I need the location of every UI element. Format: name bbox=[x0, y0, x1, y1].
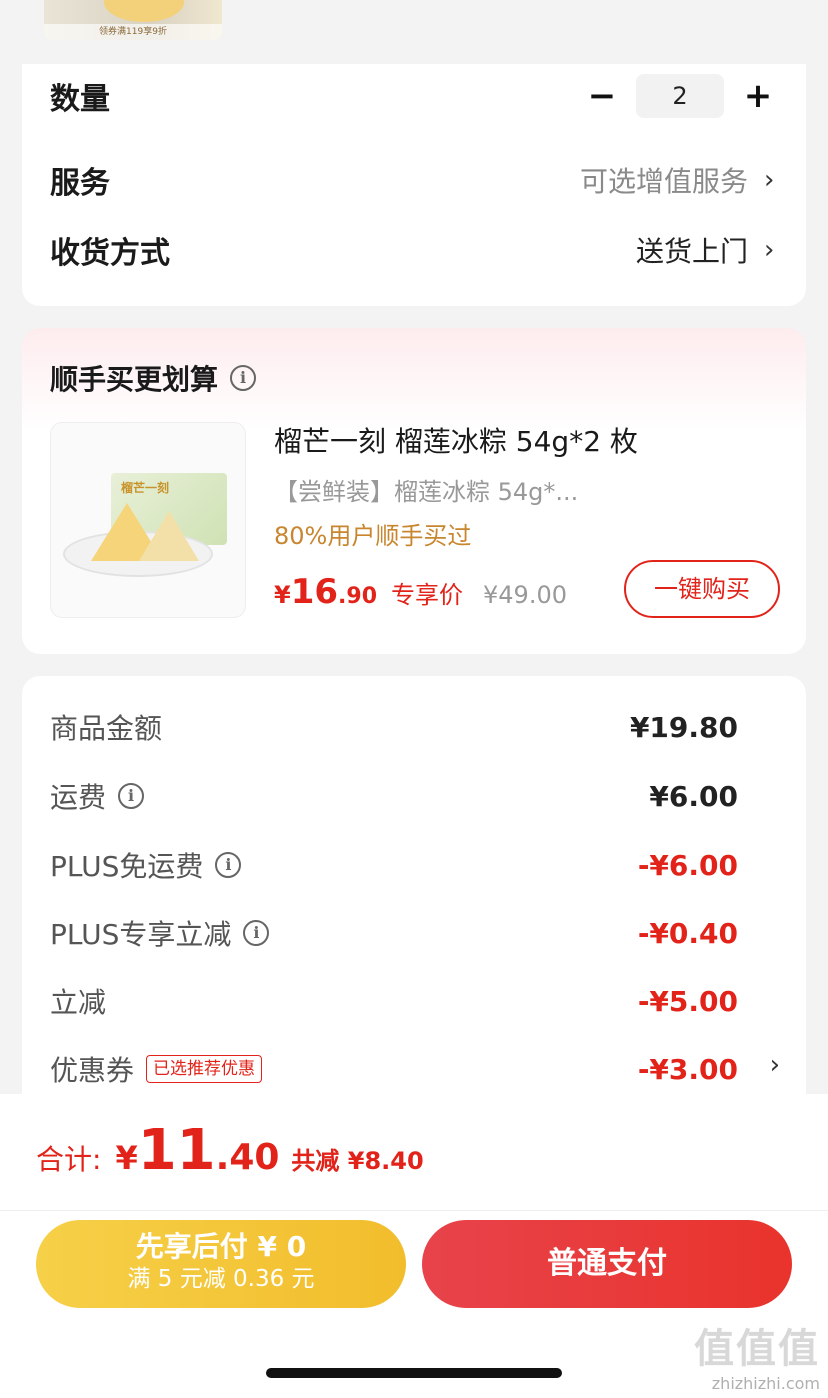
quantity-minus-button[interactable]: − bbox=[582, 76, 622, 116]
chevron-right-icon: › bbox=[764, 165, 775, 195]
addon-card: 顺手买更划算 i 榴芒一刻 榴芒一刻 榴莲冰粽 54g*2 枚 【尝鲜装】榴莲冰… bbox=[22, 328, 806, 654]
product-box-brand: 榴芒一刻 bbox=[121, 481, 170, 495]
fee-value: -¥0.40 bbox=[637, 916, 738, 950]
quantity-input[interactable]: 2 bbox=[636, 74, 724, 118]
checkout-bar: 合计: ¥ 11 .40 共减 ¥8.40 先享后付 ¥ 0 满 5 元减 0.… bbox=[0, 1094, 828, 1398]
info-icon[interactable]: i bbox=[118, 783, 145, 809]
price-decimal: .90 bbox=[338, 584, 378, 609]
fee-label: 立减 bbox=[50, 986, 107, 1019]
quantity-row: 数量 − 2 + bbox=[50, 66, 778, 126]
service-row[interactable]: 服务 可选增值服务 › bbox=[50, 150, 778, 210]
fee-value: ¥19.80 bbox=[629, 710, 738, 744]
addon-price: ¥ 16 .90 专享价 ¥49.00 bbox=[274, 572, 567, 612]
addon-title: 顺手买更划算 i bbox=[50, 358, 257, 398]
pay-later-title: 先享后付 ¥ 0 bbox=[135, 1230, 307, 1263]
quantity-plus-button[interactable]: + bbox=[738, 76, 778, 116]
one-click-buy-button[interactable]: 一键购买 bbox=[624, 560, 780, 618]
addon-product-tip: 80%用户顺手买过 bbox=[274, 522, 472, 550]
quantity-label: 数量 bbox=[50, 82, 110, 117]
fee-label-text: 优惠券 bbox=[50, 1054, 135, 1087]
fee-value: -¥3.00 bbox=[637, 1052, 738, 1086]
fee-row: 商品金额 ¥19.80 bbox=[50, 702, 738, 752]
price-currency: ¥ bbox=[274, 581, 291, 609]
coupon-row[interactable]: 优惠券 已选推荐优惠 -¥3.00 bbox=[50, 1044, 738, 1094]
watermark-url: zhizhizhi.com bbox=[711, 1374, 820, 1393]
addon-product-image[interactable]: 榴芒一刻 bbox=[50, 422, 246, 618]
original-price: ¥49.00 bbox=[483, 581, 567, 609]
coupon-tag: 已选推荐优惠 bbox=[146, 1055, 263, 1083]
addon-product-subtitle: 【尝鲜装】榴莲冰粽 54g*... bbox=[274, 478, 579, 506]
price-tag: 专享价 bbox=[391, 581, 464, 609]
pay-later-button[interactable]: 先享后付 ¥ 0 满 5 元减 0.36 元 bbox=[36, 1220, 406, 1308]
fee-label: 优惠券 已选推荐优惠 bbox=[50, 1049, 263, 1089]
fee-label: 商品金额 bbox=[50, 712, 163, 745]
fee-label: PLUS免运费 i bbox=[50, 845, 242, 885]
chevron-right-icon: › bbox=[764, 235, 775, 265]
fee-label-text: 运费 bbox=[50, 781, 107, 814]
info-icon[interactable]: i bbox=[243, 920, 270, 946]
order-options-card: 数量 − 2 + 服务 可选增值服务 › 收货方式 送货上门 › bbox=[22, 64, 806, 306]
thumbnail-caption: 领券满119享9折 bbox=[44, 24, 222, 40]
top-product-thumbnail[interactable]: 领券满119享9折 bbox=[44, 0, 222, 40]
addon-product-name[interactable]: 榴芒一刻 榴莲冰粽 54g*2 枚 bbox=[274, 420, 638, 460]
delivery-label: 收货方式 bbox=[50, 236, 170, 271]
fee-label: PLUS专享立减 i bbox=[50, 913, 270, 953]
thumbnail-fruit-image bbox=[104, 0, 184, 22]
total-saved: 共减 ¥8.40 bbox=[291, 1147, 424, 1175]
info-icon[interactable]: i bbox=[230, 365, 257, 391]
watermark: 值值值 zhizhizhi.com bbox=[694, 1316, 820, 1393]
total-summary: 合计: ¥ 11 .40 共减 ¥8.40 bbox=[36, 1118, 424, 1183]
total-currency: ¥ bbox=[115, 1139, 138, 1177]
fee-label-text: PLUS免运费 bbox=[50, 850, 204, 883]
info-icon[interactable]: i bbox=[215, 852, 242, 878]
fee-value: -¥6.00 bbox=[637, 848, 738, 882]
fee-row: 运费 i ¥6.00 bbox=[50, 771, 738, 821]
fee-row: 立减 -¥5.00 bbox=[50, 976, 738, 1026]
total-decimal: .40 bbox=[215, 1137, 280, 1178]
fee-value: ¥6.00 bbox=[649, 779, 738, 813]
fee-row: PLUS免运费 i -¥6.00 bbox=[50, 840, 738, 890]
divider bbox=[0, 1210, 828, 1211]
chevron-right-icon[interactable]: › bbox=[770, 1050, 780, 1080]
total-label: 合计: bbox=[36, 1143, 102, 1176]
normal-pay-button[interactable]: 普通支付 bbox=[422, 1220, 792, 1308]
fee-row: PLUS专享立减 i -¥0.40 bbox=[50, 908, 738, 958]
delivery-row[interactable]: 收货方式 送货上门 › bbox=[50, 220, 778, 280]
fee-label: 运费 i bbox=[50, 776, 145, 816]
product-zongzi-image bbox=[139, 511, 199, 561]
home-indicator[interactable] bbox=[266, 1368, 562, 1378]
quantity-stepper: − 2 + bbox=[582, 74, 778, 118]
fee-breakdown-card: 商品金额 ¥19.80 运费 i ¥6.00 PLUS免运费 i -¥6.00 PL… bbox=[22, 676, 806, 1116]
watermark-logo: 值值值 bbox=[694, 1326, 820, 1372]
delivery-value: 送货上门 bbox=[635, 235, 748, 268]
price-integer: 16 bbox=[290, 572, 339, 612]
service-label: 服务 bbox=[50, 166, 110, 201]
fee-label-text: PLUS专享立减 bbox=[50, 918, 232, 951]
pay-later-subtitle: 满 5 元减 0.36 元 bbox=[127, 1266, 315, 1292]
total-integer: 11 bbox=[137, 1118, 216, 1183]
fee-value: -¥5.00 bbox=[637, 984, 738, 1018]
addon-title-text: 顺手买更划算 bbox=[50, 363, 219, 396]
service-value: 可选增值服务 bbox=[579, 165, 748, 198]
